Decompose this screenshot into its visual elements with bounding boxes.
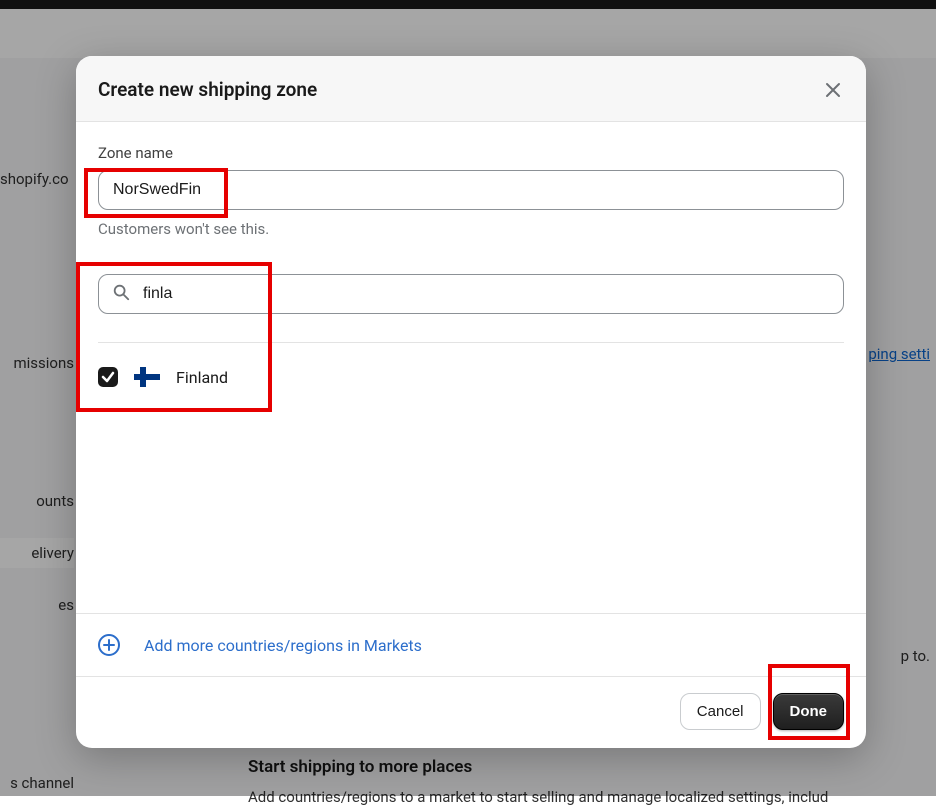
add-more-markets-row[interactable]: Add more countries/regions in Markets [76,613,866,676]
modal-footer: Cancel Done [76,676,866,748]
country-checkbox[interactable] [98,367,118,387]
close-icon [824,81,842,99]
modal-title: Create new shipping zone [98,78,317,101]
country-row-finland[interactable]: Finland [98,357,844,397]
zone-name-label: Zone name [98,144,844,162]
country-search-input[interactable] [98,274,844,314]
add-more-text: Add more countries/regions in Markets [144,636,422,655]
plus-circle-icon [98,634,120,656]
cancel-button[interactable]: Cancel [680,693,761,730]
done-button[interactable]: Done [773,693,845,730]
country-search-wrap [98,274,844,314]
search-results: Finland [98,342,844,397]
create-shipping-zone-modal: Create new shipping zone Zone name Custo… [76,56,866,748]
zone-name-input[interactable] [98,170,844,210]
modal-body: Zone name Customers won't see this. Finl… [76,122,866,613]
search-icon [112,283,130,305]
modal-header: Create new shipping zone [76,56,866,122]
finland-flag-icon [134,367,160,387]
country-name: Finland [176,368,228,387]
close-button[interactable] [822,79,844,101]
zone-name-help: Customers won't see this. [98,220,844,238]
check-icon [101,370,115,384]
